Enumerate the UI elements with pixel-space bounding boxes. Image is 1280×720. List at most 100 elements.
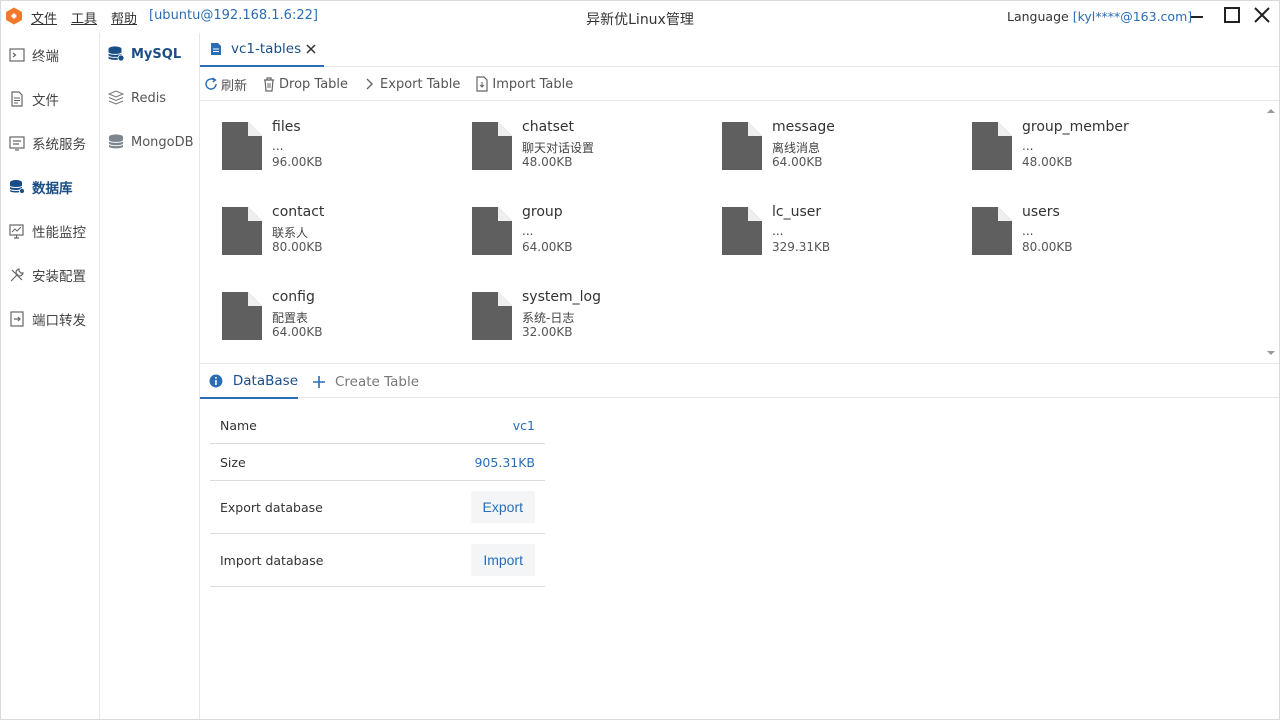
db-type-mysql[interactable]: MySQL [100, 39, 199, 69]
table-grid-scrollbar[interactable] [1263, 102, 1279, 362]
table-file-icon [972, 207, 1012, 255]
table-card-config[interactable]: config 配置表 64.00KB [200, 272, 440, 342]
menu-tools[interactable]: 工具 [71, 8, 97, 27]
table-card-files[interactable]: files ... 96.00KB [200, 102, 440, 172]
table-grid: files ... 96.00KB chatset 聊天对话设置 48.00KB… [200, 102, 1263, 362]
document-icon [211, 43, 221, 55]
table-card-lc-user[interactable]: lc_user ... 329.31KB [700, 187, 940, 257]
table-comment: ... [1022, 139, 1034, 153]
import-file-icon [476, 76, 488, 92]
table-name: message [772, 119, 835, 135]
tab-create-table-label: Create Table [335, 373, 420, 390]
refresh-button[interactable]: 刷新 [203, 75, 247, 94]
sidebar-item-files[interactable]: 文件 [1, 84, 99, 114]
table-card-group[interactable]: group ... 64.00KB [450, 187, 690, 257]
menu-help[interactable]: 帮助 [111, 8, 137, 27]
export-table-button[interactable]: Export Table [362, 76, 460, 92]
export-database-button[interactable]: Export [470, 491, 535, 523]
import-table-label: Import Table [492, 76, 574, 92]
plus-icon [313, 375, 325, 388]
sidebar-item-services[interactable]: 系统服务 [1, 128, 99, 158]
tab-vc1-tables[interactable]: vc1-tables [200, 33, 324, 67]
table-file-icon [222, 207, 262, 255]
db-type-label: MongoDB [131, 134, 194, 150]
table-name: files [272, 119, 301, 135]
sidebar-item-database[interactable]: 数据库 [1, 172, 99, 202]
sidebar-item-terminal[interactable]: 终端 [1, 40, 99, 70]
database-icon [9, 180, 25, 194]
table-card-message[interactable]: message 离线消息 64.00KB [700, 102, 940, 172]
sidebar-item-monitor[interactable]: 性能监控 [1, 216, 99, 246]
db-type-list: MySQL Redis MongoDB [100, 33, 200, 719]
sidebar-item-label: 端口转发 [32, 313, 86, 329]
close-window-button[interactable] [1251, 5, 1273, 27]
info-row-import: Import database Import [210, 534, 545, 587]
main-panel: vc1-tables 刷新 Drop Table Export Table Im… [200, 33, 1279, 719]
scroll-down-icon[interactable] [1266, 349, 1276, 357]
table-comment: 离线消息 [772, 141, 821, 155]
table-file-icon [472, 292, 512, 340]
table-file-icon [972, 122, 1012, 170]
table-size: 80.00KB [1022, 240, 1073, 254]
maximize-button[interactable] [1221, 5, 1243, 27]
language-selector[interactable]: Language [kyl****@163.com] [1007, 9, 1192, 24]
table-size: 80.00KB [272, 240, 323, 254]
drop-table-button[interactable]: Drop Table [261, 76, 348, 92]
tab-database-label: DataBase [232, 372, 298, 389]
export-table-label: Export Table [380, 76, 461, 92]
close-tab-icon[interactable] [304, 42, 318, 56]
title-bar: 文件 工具 帮助 [ubuntu@192.168.1.6:22] 异新优Linu… [1, 1, 1279, 33]
db-type-label: MySQL [131, 46, 182, 62]
sidebar-item-port-forward[interactable]: 端口转发 [1, 304, 99, 334]
table-toolbar: 刷新 Drop Table Export Table Import Table [200, 68, 1279, 101]
table-size: 48.00KB [1022, 155, 1073, 169]
bottom-tab-bar: DataBase Create Table [200, 363, 1279, 399]
database-info-panel: Name vc1 Size 905.31KB Export database E… [210, 407, 545, 587]
info-size-value: 905.31KB [474, 454, 535, 470]
info-export-label: Export database [220, 499, 323, 515]
close-icon [1254, 7, 1270, 23]
table-comment: 系统-日志 [522, 311, 575, 325]
trash-icon [264, 77, 275, 92]
db-type-label: Redis [131, 90, 167, 106]
table-file-icon [472, 122, 512, 170]
table-card-chatset[interactable]: chatset 聊天对话设置 48.00KB [450, 102, 690, 172]
table-size: 64.00KB [772, 155, 823, 169]
redis-icon [107, 90, 125, 105]
menu-file[interactable]: 文件 [31, 8, 57, 27]
table-card-group-member[interactable]: group_member ... 48.00KB [950, 102, 1190, 172]
table-file-icon [722, 207, 762, 255]
account-label[interactable]: [kyl****@163.com] [1073, 9, 1192, 24]
db-type-redis[interactable]: Redis [100, 83, 199, 113]
sidebar-item-label: 系统服务 [32, 137, 86, 153]
sidebar-item-install[interactable]: 安装配置 [1, 260, 99, 290]
table-comment: ... [1022, 224, 1034, 238]
file-icon [11, 91, 23, 107]
monitor-icon [9, 224, 24, 239]
table-comment: ... [272, 139, 284, 153]
table-size: 32.00KB [522, 325, 573, 339]
table-name: contact [272, 204, 325, 220]
db-type-mongodb[interactable]: MongoDB [100, 127, 199, 157]
table-file-icon [472, 207, 512, 255]
scroll-up-icon[interactable] [1266, 107, 1276, 115]
table-comment: 联系人 [272, 226, 309, 240]
import-table-button[interactable]: Import Table [474, 76, 573, 92]
table-file-icon [222, 292, 262, 340]
info-row-size: Size 905.31KB [210, 444, 545, 481]
app-window: 文件 工具 帮助 [ubuntu@192.168.1.6:22] 异新优Linu… [0, 0, 1280, 720]
sidebar-item-label: 安装配置 [32, 269, 86, 285]
table-card-contact[interactable]: contact 联系人 80.00KB [200, 187, 440, 257]
tab-create-table[interactable]: Create Table [312, 364, 419, 399]
tab-database[interactable]: DataBase [200, 364, 298, 399]
table-name: chatset [522, 119, 575, 135]
info-row-name: Name vc1 [210, 407, 545, 444]
info-import-label: Import database [220, 552, 324, 568]
table-card-users[interactable]: users ... 80.00KB [950, 187, 1190, 257]
minimize-button[interactable] [1186, 5, 1208, 27]
table-comment: 配置表 [272, 311, 309, 325]
table-card-system-log[interactable]: system_log 系统-日志 32.00KB [450, 272, 690, 342]
import-database-button[interactable]: Import [471, 544, 535, 576]
table-name: config [272, 289, 315, 305]
language-label: Language [1007, 9, 1069, 24]
